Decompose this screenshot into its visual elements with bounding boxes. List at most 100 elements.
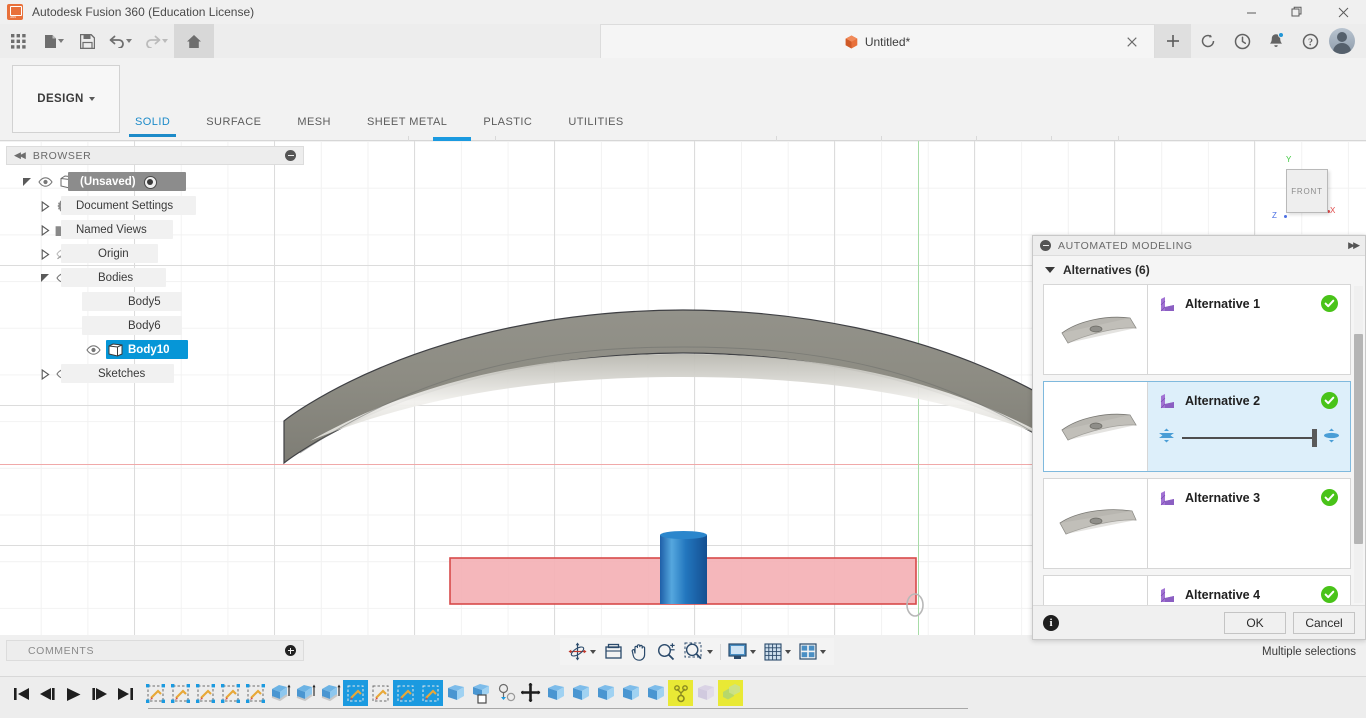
tab-sheet-metal[interactable]: SHEET METAL (367, 116, 447, 134)
new-tab-button[interactable] (1155, 24, 1191, 58)
minimize-icon[interactable] (1228, 0, 1274, 24)
chevron-down-icon[interactable] (820, 650, 826, 654)
go-to-beginning-button[interactable] (8, 682, 34, 706)
timeline-sketch-feature[interactable] (368, 680, 393, 706)
slider-track[interactable] (1182, 437, 1316, 439)
close-icon[interactable] (1320, 0, 1366, 24)
timeline-body-feature[interactable] (618, 680, 643, 706)
visibility-eye-icon[interactable] (34, 177, 56, 187)
zoom-button[interactable] (653, 638, 680, 665)
collapse-left-icon[interactable]: ◀◀ (14, 150, 24, 161)
comments-panel[interactable]: COMMENTS (6, 640, 304, 661)
timeline-body-feature[interactable] (568, 680, 593, 706)
expander-collapsed-icon[interactable] (38, 225, 52, 236)
timeline-sketch-feature[interactable] (393, 680, 418, 706)
redo-caret-icon[interactable] (162, 39, 168, 43)
info-icon[interactable]: i (1043, 615, 1059, 631)
tree-row-body5[interactable]: Body5 (6, 290, 304, 314)
timeline-ghost-feature[interactable] (693, 680, 718, 706)
slider-handle[interactable] (1312, 429, 1317, 447)
new-file-icon[interactable] (36, 24, 72, 58)
tab-solid[interactable]: SOLID (135, 116, 170, 134)
alternative-card[interactable]: Alternative 2 (1043, 381, 1351, 472)
alternative-card[interactable]: Alternative 3 (1043, 478, 1351, 569)
timeline-extrude-feature[interactable] (293, 680, 318, 706)
notifications-icon[interactable] (1259, 24, 1293, 58)
go-to-end-button[interactable] (112, 682, 138, 706)
fit-button[interactable] (680, 638, 717, 665)
viewports-button[interactable] (795, 638, 830, 665)
tree-row-document-settings[interactable]: Document Settings (6, 194, 304, 218)
expander-expanded-icon[interactable] (38, 273, 52, 283)
close-tab-icon[interactable] (1124, 34, 1140, 50)
expander-expanded-icon[interactable] (20, 177, 34, 187)
grid-snaps-button[interactable] (760, 638, 795, 665)
timeline-sketch-feature[interactable] (343, 680, 368, 706)
tree-row-bodies[interactable]: Bodies (6, 266, 304, 290)
activate-component-radio[interactable] (144, 176, 157, 189)
mesh-refinement-slider[interactable] (1158, 428, 1340, 448)
home-icon[interactable] (174, 24, 214, 58)
tree-row-unsaved[interactable]: (Unsaved) (6, 170, 304, 194)
timeline-sketch-feature[interactable] (193, 680, 218, 706)
add-comment-icon[interactable] (285, 645, 296, 656)
display-settings-button[interactable] (724, 638, 760, 665)
cancel-button[interactable]: Cancel (1293, 612, 1355, 634)
timeline-copy-paste-feature[interactable] (468, 680, 493, 706)
new-file-caret-icon[interactable] (58, 39, 64, 43)
tree-row-sketches[interactable]: Sketches (6, 362, 304, 386)
expand-right-icon[interactable]: ▶▶ (1348, 240, 1358, 251)
tree-row-origin[interactable]: Origin (6, 242, 304, 266)
expander-collapsed-icon[interactable] (38, 369, 52, 380)
undo-icon[interactable] (102, 24, 138, 58)
timeline-sketch-feature[interactable] (218, 680, 243, 706)
job-status-icon[interactable] (1191, 24, 1225, 58)
tab-surface[interactable]: SURFACE (206, 116, 261, 134)
alternatives-scrollbar-thumb[interactable] (1354, 334, 1363, 544)
tree-row-body6[interactable]: Body6 (6, 314, 304, 338)
timeline-extrude-feature[interactable] (268, 680, 293, 706)
redo-icon[interactable] (138, 24, 174, 58)
timeline-move-feature[interactable] (518, 680, 543, 706)
chevron-down-icon[interactable] (785, 650, 791, 654)
tab-plastic[interactable]: PLASTIC (483, 116, 532, 134)
blue-cylinder-body[interactable] (660, 535, 707, 604)
alternative-card[interactable]: Alternative 1 (1043, 284, 1351, 375)
alternatives-list[interactable]: Alternative 1 (1043, 284, 1351, 605)
timeline-sketch-feature[interactable] (168, 680, 193, 706)
viewcube-front-face[interactable]: FRONT (1286, 169, 1328, 213)
timeline-sketch-feature[interactable] (243, 680, 268, 706)
help-icon[interactable]: ? (1293, 24, 1327, 58)
play-button[interactable] (60, 682, 86, 706)
ok-button[interactable]: OK (1224, 612, 1286, 634)
step-back-button[interactable] (34, 682, 60, 706)
pan-button[interactable] (627, 638, 653, 665)
timeline-sketch-feature[interactable] (143, 680, 168, 706)
expander-collapsed-icon[interactable] (38, 201, 52, 212)
visibility-eye-icon[interactable] (82, 345, 104, 355)
arch-body-top[interactable] (284, 310, 1082, 463)
timeline-body-feature[interactable] (543, 680, 568, 706)
recent-icon[interactable] (1225, 24, 1259, 58)
workspace-selector[interactable]: DESIGN (12, 65, 120, 133)
timeline-sketch-feature[interactable] (418, 680, 443, 706)
expander-collapsed-icon[interactable] (38, 249, 52, 260)
tab-utilities[interactable]: UTILITIES (568, 116, 623, 134)
chevron-down-icon[interactable] (590, 650, 596, 654)
browser-minimize-icon[interactable] (285, 150, 296, 161)
chevron-down-icon[interactable] (750, 650, 756, 654)
step-forward-button[interactable] (86, 682, 112, 706)
timeline-automated-modeling-feature[interactable] (668, 680, 693, 706)
timeline-hole-feature[interactable] (493, 680, 518, 706)
alternative-card[interactable]: Alternative 4 (1043, 575, 1351, 605)
timeline-combine-feature[interactable] (718, 680, 743, 706)
orbit-button[interactable] (564, 638, 600, 665)
timeline-body-feature[interactable] (443, 680, 468, 706)
dialog-minimize-icon[interactable] (1040, 240, 1051, 251)
grid-menu-icon[interactable] (0, 24, 36, 58)
look-at-button[interactable] (600, 638, 627, 665)
timeline-body-feature[interactable] (593, 680, 618, 706)
document-tab[interactable]: Untitled* (600, 24, 1155, 58)
timeline-extrude-feature[interactable] (318, 680, 343, 706)
view-cube[interactable]: Y X Z FRONT (1268, 151, 1348, 231)
